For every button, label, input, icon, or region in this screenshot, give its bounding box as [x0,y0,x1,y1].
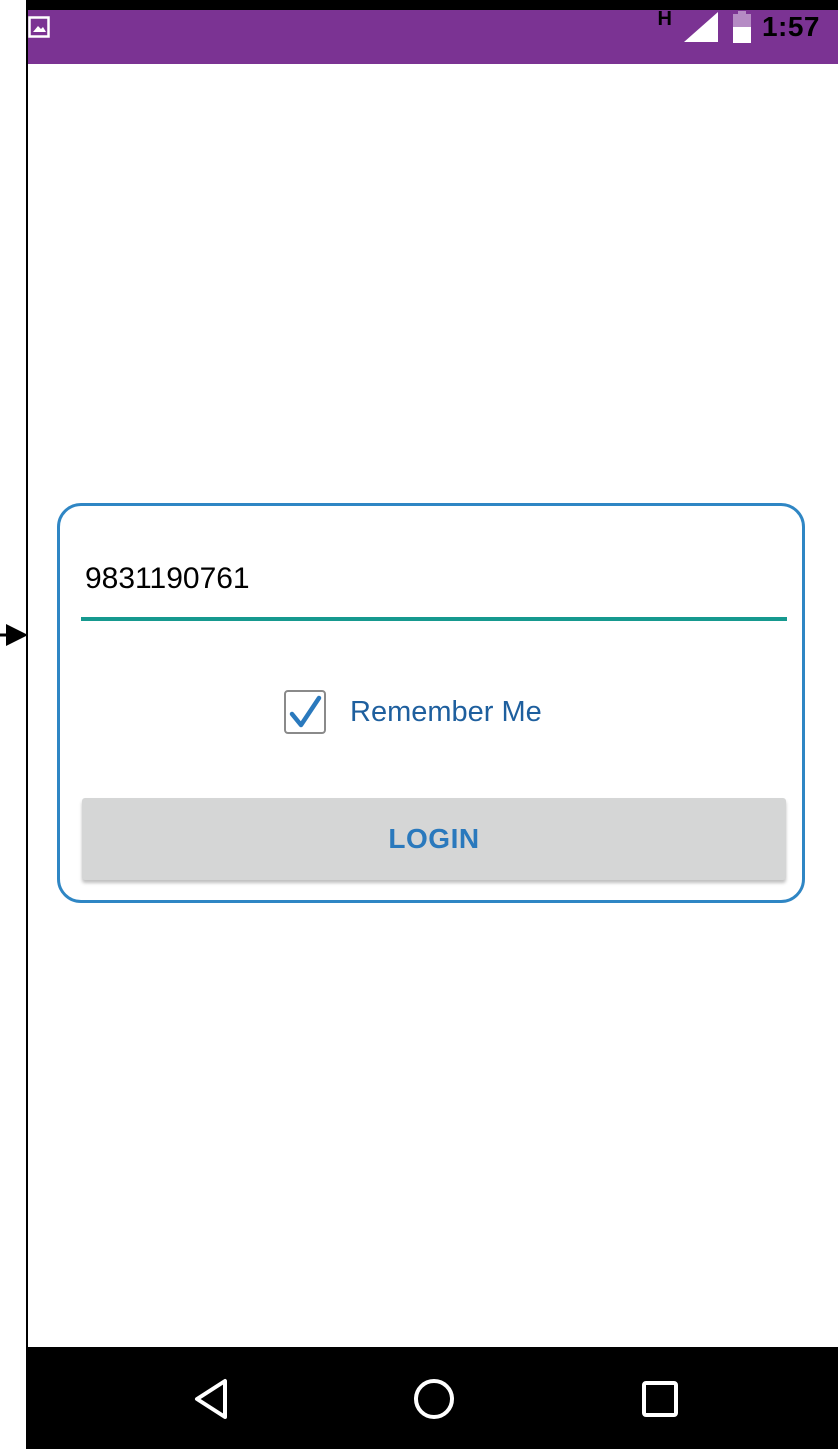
remember-me-label: Remember Me [350,695,542,728]
checkmark-icon [289,695,322,728]
phone-input-underline [81,617,787,621]
login-button[interactable]: LOGIN [82,798,786,880]
remember-me-checkbox[interactable] [284,690,326,734]
pointer-arrow-icon [0,624,28,646]
phone-number-input[interactable] [81,548,787,610]
remember-me-checkbox-row[interactable]: Remember Me [284,688,542,736]
signal-icon [683,12,718,42]
back-icon[interactable] [187,1371,243,1427]
image-notification-icon [28,16,50,38]
status-time: 1:57 [761,11,820,42]
home-icon[interactable] [406,1371,462,1427]
battery-icon [732,11,751,43]
recents-icon[interactable] [632,1371,688,1427]
network-type-label: H [657,7,672,30]
phone-screen: H 1:57 Remember Me LOGIN [0,0,838,1449]
status-indicators: H 1:57 [658,0,821,54]
